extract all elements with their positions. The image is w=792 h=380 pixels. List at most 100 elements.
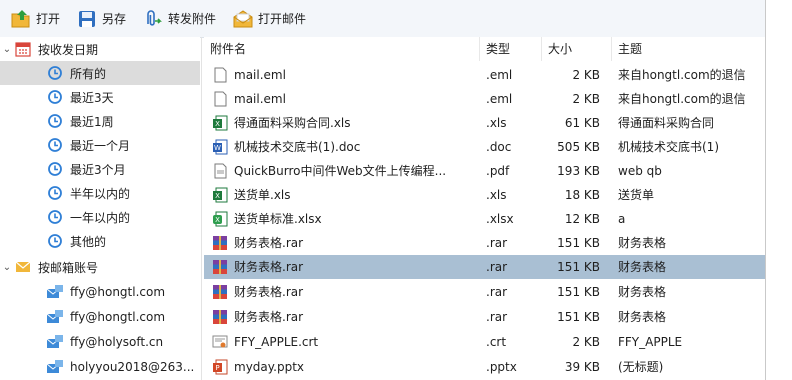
mail-subject: 来自hongtl.com的退信: [618, 92, 746, 106]
tree-item-one-year[interactable]: 一年以内的: [0, 205, 200, 229]
pptx-icon: P: [212, 358, 228, 376]
attachment-row[interactable]: X 得通面料采购合同.xls .xls 61 KB 得通面料采购合同: [204, 111, 765, 135]
tree-item-other[interactable]: 其他的: [0, 229, 200, 253]
tree-item-label: 最近1周: [70, 114, 114, 129]
open-folder-icon: [10, 8, 32, 30]
eml-icon: [212, 66, 228, 84]
file-size: 39 KB: [564, 360, 600, 374]
rar-icon: [212, 283, 228, 301]
attachment-row[interactable]: 财务表格.rar .rar 151 KB 财务表格: [204, 280, 765, 304]
attachment-row[interactable]: 财务表格.rar .rar 151 KB 财务表格: [204, 305, 765, 329]
attachment-row[interactable]: mail.eml .eml 2 KB 来自hongtl.com的退信: [204, 87, 765, 111]
file-type: .xls: [486, 188, 507, 202]
attachment-row-selected[interactable]: 财务表格.rar .rar 151 KB 财务表格: [204, 255, 765, 279]
tree-account-label: ffy@hongtl.com: [70, 285, 166, 299]
tree-item-last-3-days[interactable]: 最近3天: [0, 85, 200, 109]
xlsx-icon: X: [212, 210, 228, 228]
tree-account-item[interactable]: holyyou2018@263...: [0, 355, 200, 379]
tree-account-label: holyyou2018@263...: [70, 360, 195, 374]
open-button[interactable]: 打开: [4, 5, 66, 33]
open-label: 打开: [36, 12, 61, 26]
tree-account-item[interactable]: ffy@hongtl.com: [0, 280, 200, 304]
mail-subject: FFY_APPLE: [618, 335, 683, 349]
tree-group-label: 按邮箱账号: [38, 260, 99, 275]
file-type: .crt: [486, 335, 507, 349]
file-name: 送货单.xls: [234, 188, 291, 202]
column-header-subject[interactable]: 主题: [612, 37, 765, 61]
svg-text:P: P: [215, 364, 219, 372]
clock-icon: [46, 88, 64, 106]
file-size: 18 KB: [564, 188, 600, 202]
tree-item-label: 最近3个月: [70, 162, 126, 177]
column-header-type[interactable]: 类型: [480, 37, 542, 61]
open-mail-button[interactable]: 打开邮件: [226, 5, 312, 33]
mail-subject: 送货单: [618, 188, 655, 202]
tree-item-label: 所有的: [70, 66, 107, 81]
tree-account-item[interactable]: ffy@hongtl.com: [0, 305, 200, 329]
rar-icon: [212, 308, 228, 326]
clock-icon: [46, 208, 64, 226]
tree-item-label: 最近一个月: [70, 138, 131, 153]
save-as-button[interactable]: 另存: [70, 5, 132, 33]
column-header-size[interactable]: 大小: [542, 37, 612, 61]
forward-attachment-button[interactable]: 转发附件: [136, 5, 222, 33]
tree-item-label: 一年以内的: [70, 210, 131, 225]
rar-icon: [212, 258, 228, 276]
mail-subject: 财务表格: [618, 236, 667, 250]
file-type: .pdf: [486, 164, 510, 178]
mail-subject: (无标题): [618, 360, 664, 374]
tree-item-last-week[interactable]: 最近1周: [0, 109, 200, 133]
file-type: .rar: [486, 236, 508, 250]
pane-splitter[interactable]: [201, 37, 202, 380]
attachment-row[interactable]: X 送货单标准.xlsx .xlsx 12 KB a: [204, 207, 765, 231]
xls-icon: X: [212, 186, 228, 204]
attachment-row[interactable]: W 机械技术交底书(1).doc .doc 505 KB 机械技术交底书(1): [204, 135, 765, 159]
toolbar: 打开 另存 转发附件 打开邮件: [0, 0, 765, 38]
attachment-row[interactable]: X 送货单.xls .xls 18 KB 送货单: [204, 183, 765, 207]
tree-item-last-3-months[interactable]: 最近3个月: [0, 157, 200, 181]
file-name: mail.eml: [234, 68, 286, 82]
mail-account-icon: [46, 358, 64, 376]
tree-account-item[interactable]: ffy@holysoft.cn: [0, 330, 200, 354]
attachment-row[interactable]: P myday.pptx .pptx 39 KB (无标题): [204, 355, 765, 379]
svg-text:X: X: [215, 192, 220, 200]
file-size: 151 KB: [557, 310, 600, 324]
file-name: 财务表格.rar: [234, 310, 304, 324]
file-type: .eml: [486, 68, 513, 82]
file-name: 送货单标准.xlsx: [234, 212, 322, 226]
chevron-down-icon[interactable]: ⌄: [0, 262, 14, 273]
attachment-row[interactable]: mail.eml .eml 2 KB 来自hongtl.com的退信: [204, 63, 765, 87]
file-name: 得通面料采购合同.xls: [234, 116, 351, 130]
tree-item-all[interactable]: 所有的: [0, 61, 200, 85]
list-header: 附件名 类型 大小 主题: [204, 37, 765, 61]
attachment-row[interactable]: QuickBurro中间件Web文件上传编程... .pdf 193 KB we…: [204, 159, 765, 183]
file-type: .doc: [486, 140, 512, 154]
mail-account-icon: [46, 333, 64, 351]
file-size: 2 KB: [572, 335, 600, 349]
clock-icon: [46, 232, 64, 250]
clock-icon: [46, 136, 64, 154]
tree-item-label: 其他的: [70, 234, 107, 249]
attachment-row[interactable]: FFY_APPLE.crt .crt 2 KB FFY_APPLE: [204, 330, 765, 354]
attachment-row[interactable]: 财务表格.rar .rar 151 KB 财务表格: [204, 231, 765, 255]
clock-icon: [46, 112, 64, 130]
tree-item-half-year[interactable]: 半年以内的: [0, 181, 200, 205]
tree-item-last-month[interactable]: 最近一个月: [0, 133, 200, 157]
file-size: 151 KB: [557, 236, 600, 250]
column-header-name[interactable]: 附件名: [204, 37, 480, 61]
file-size: 2 KB: [572, 68, 600, 82]
chevron-down-icon[interactable]: ⌄: [0, 44, 14, 55]
tree-item-label: 最近3天: [70, 90, 114, 105]
tree-group-by-date[interactable]: ⌄ 按收发日期: [0, 37, 200, 61]
svg-text:X: X: [215, 216, 220, 224]
eml-icon: [212, 90, 228, 108]
file-type: .rar: [486, 310, 508, 324]
mail-subject: 财务表格: [618, 310, 667, 324]
file-name: 财务表格.rar: [234, 285, 304, 299]
mail-subject: 来自hongtl.com的退信: [618, 68, 746, 82]
file-type: .rar: [486, 260, 508, 274]
open-mail-label: 打开邮件: [258, 12, 307, 26]
mail-account-icon: [46, 308, 64, 326]
mail-subject: 财务表格: [618, 285, 667, 299]
tree-group-by-account[interactable]: ⌄ 按邮箱账号: [0, 255, 200, 279]
